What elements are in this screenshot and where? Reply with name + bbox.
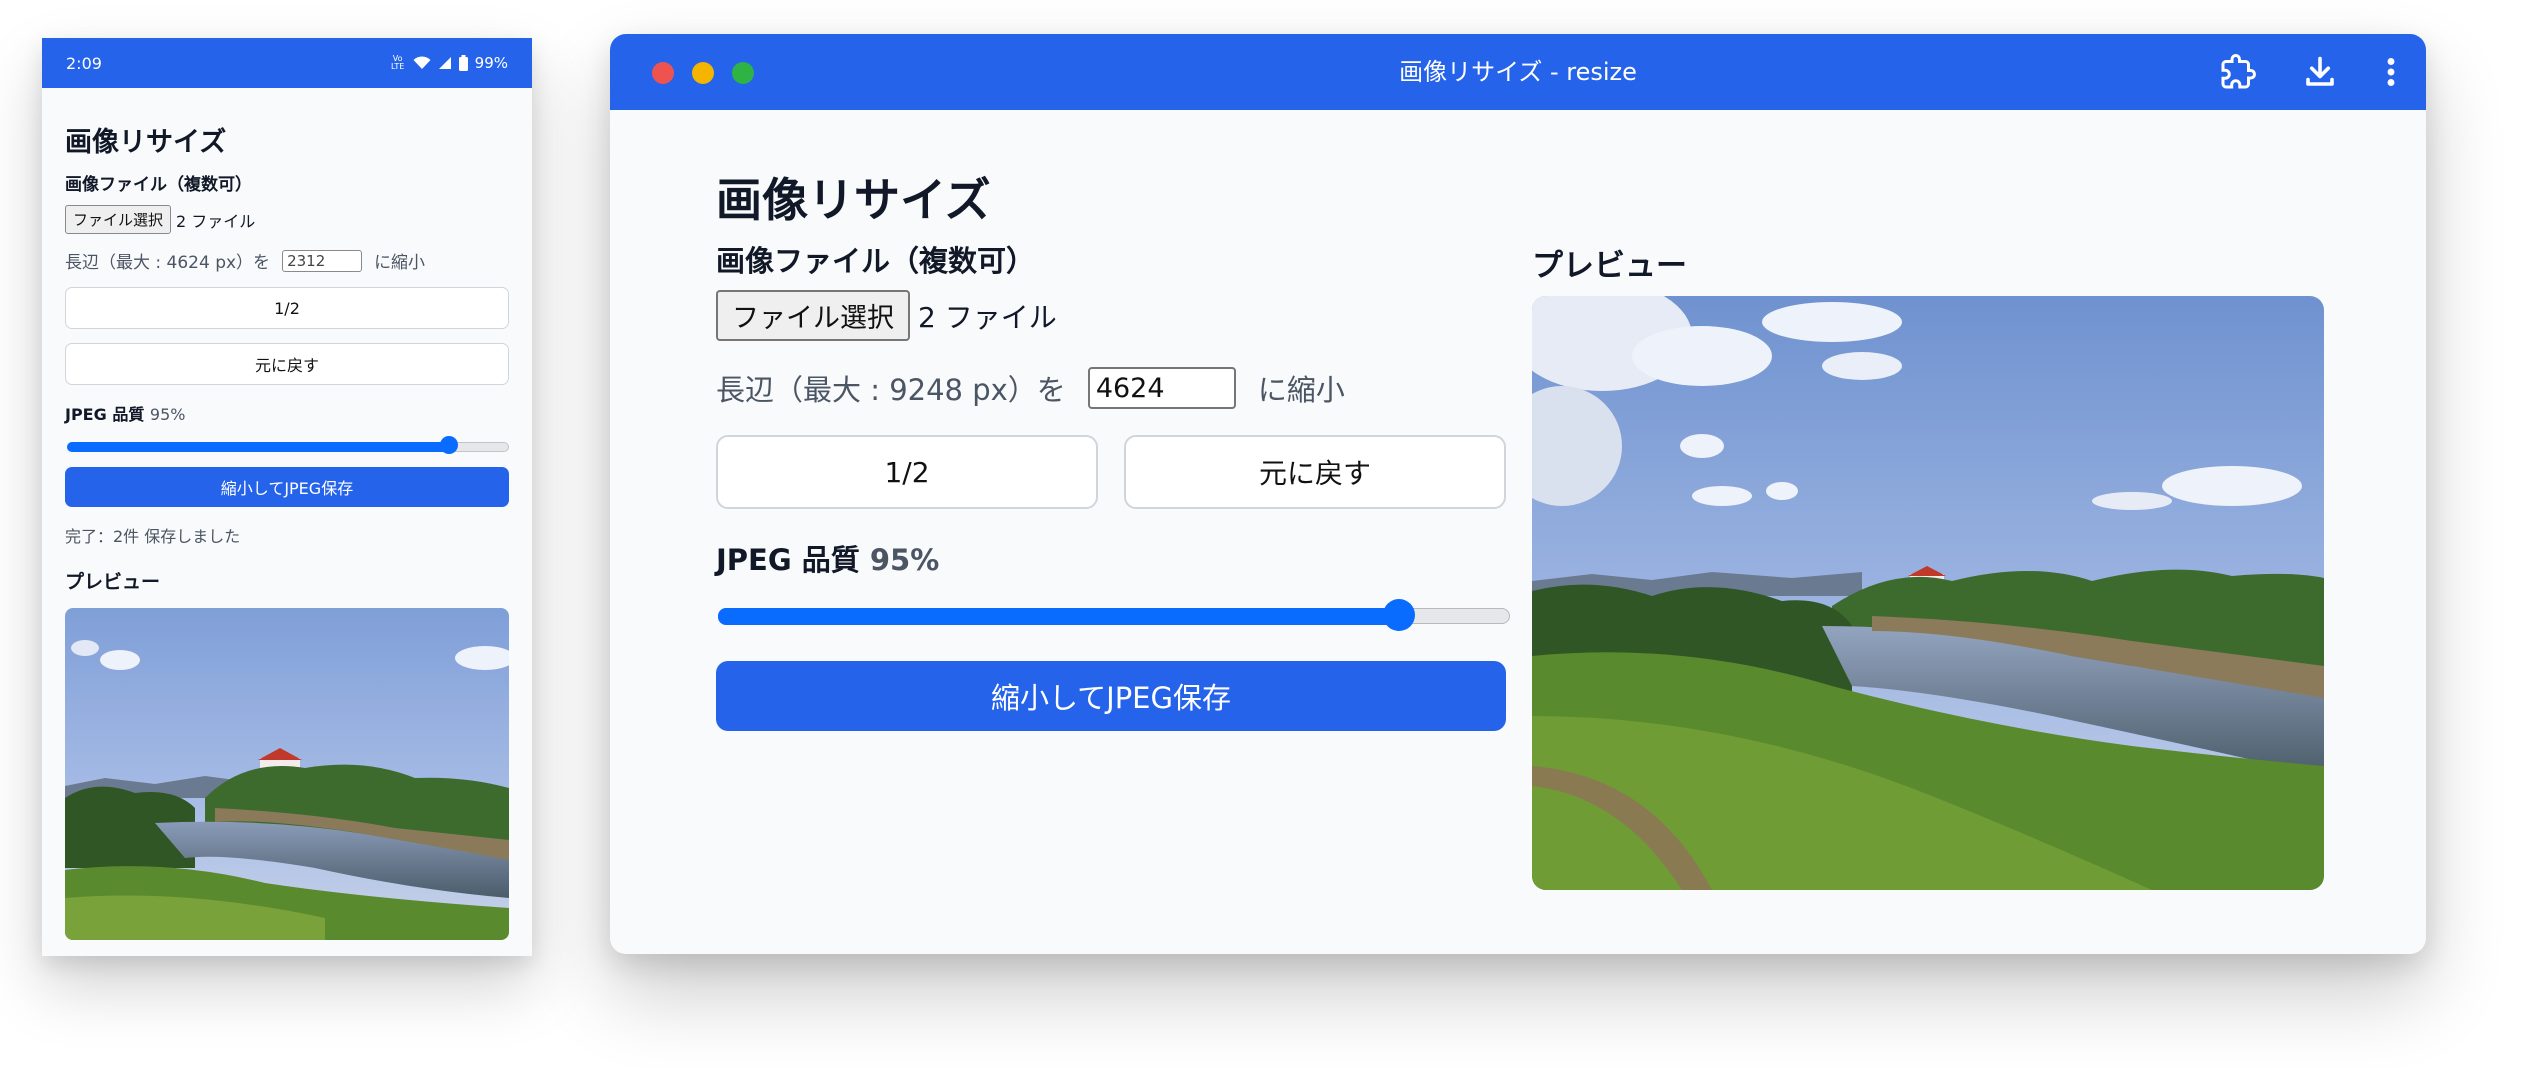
long-edge-suffix: に縮小 [1257,373,1345,407]
long-edge-label: 長辺（最大 : 4624 px）を [65,253,271,273]
battery-icon [458,55,468,71]
preview-column: プレビュー [1532,238,2324,890]
long-edge-suffix: に縮小 [374,253,426,273]
file-count: 2 ファイル [176,211,256,231]
preview-image [65,608,509,940]
extension-icon[interactable] [2220,54,2256,90]
page-title: 画像リサイズ [716,173,991,227]
mobile-screen: 2:09 Vo LTE 99% 画像リサイズ 画像ファイル（複数可） ファイル選択… [42,38,532,956]
status-time: 2:09 [66,53,102,73]
long-edge-input[interactable] [1087,367,1236,409]
file-select-button[interactable]: ファイル選択 [65,205,172,234]
form-column: 画像ファイル（複数可） ファイル選択 2 ファイル 長辺（最大 : 9248 p… [716,238,1510,731]
titlebar: 画像リサイズ - resize [610,34,2426,110]
slider-thumb[interactable] [1383,599,1415,631]
quality-label: JPEG 品質 95% [65,401,509,425]
quality-slider[interactable] [65,435,509,455]
status-icons: Vo LTE 99% [390,54,508,72]
preview-title: プレビュー [1532,248,1687,284]
quality-value: 95% [869,543,940,577]
file-count: 2 ファイル [918,300,1057,334]
more-vert-icon[interactable] [2384,54,2398,90]
half-button[interactable]: 1/2 [716,435,1098,509]
preview-image [1532,296,2324,890]
reset-button[interactable]: 元に戻す [65,343,509,385]
half-button[interactable]: 1/2 [65,287,509,329]
battery-percent: 99% [474,54,508,72]
status-message: 完了：2件 保存しました [65,527,241,546]
quality-label-text: JPEG 品質 [716,543,860,577]
slider-fill [718,608,1401,625]
quality-label: JPEG 品質 95% [716,537,1506,579]
wifi-icon [413,56,431,69]
quality-value: 95% [149,405,186,424]
signal-icon [438,57,451,69]
desktop-window: 画像リサイズ - resize 画像リサイズ 画像ファイル（複数可） ファイル選… [610,34,2426,954]
slider-thumb[interactable] [440,436,458,454]
download-icon[interactable] [2302,54,2338,90]
status-bar: 2:09 Vo LTE 99% [42,38,532,88]
page-title: 画像リサイズ [65,127,227,158]
file-label: 画像ファイル（複数可） [716,244,1036,278]
file-label: 画像ファイル（複数可） [65,175,252,195]
slider-fill [67,442,451,452]
quality-slider[interactable] [716,597,1510,633]
quality-label-text: JPEG 品質 [65,405,145,424]
window-title: 画像リサイズ - resize [1399,58,1637,86]
save-button[interactable]: 縮小してJPEG保存 [65,467,509,507]
preview-title: プレビュー [65,571,161,593]
file-select-button[interactable]: ファイル選択 [716,290,910,341]
save-button[interactable]: 縮小してJPEG保存 [716,661,1506,731]
long-edge-label: 長辺（最大 : 9248 px）を [716,373,1066,407]
volte-icon: Vo LTE [391,54,405,71]
long-edge-input[interactable] [282,249,363,272]
reset-button[interactable]: 元に戻す [1124,435,1506,509]
